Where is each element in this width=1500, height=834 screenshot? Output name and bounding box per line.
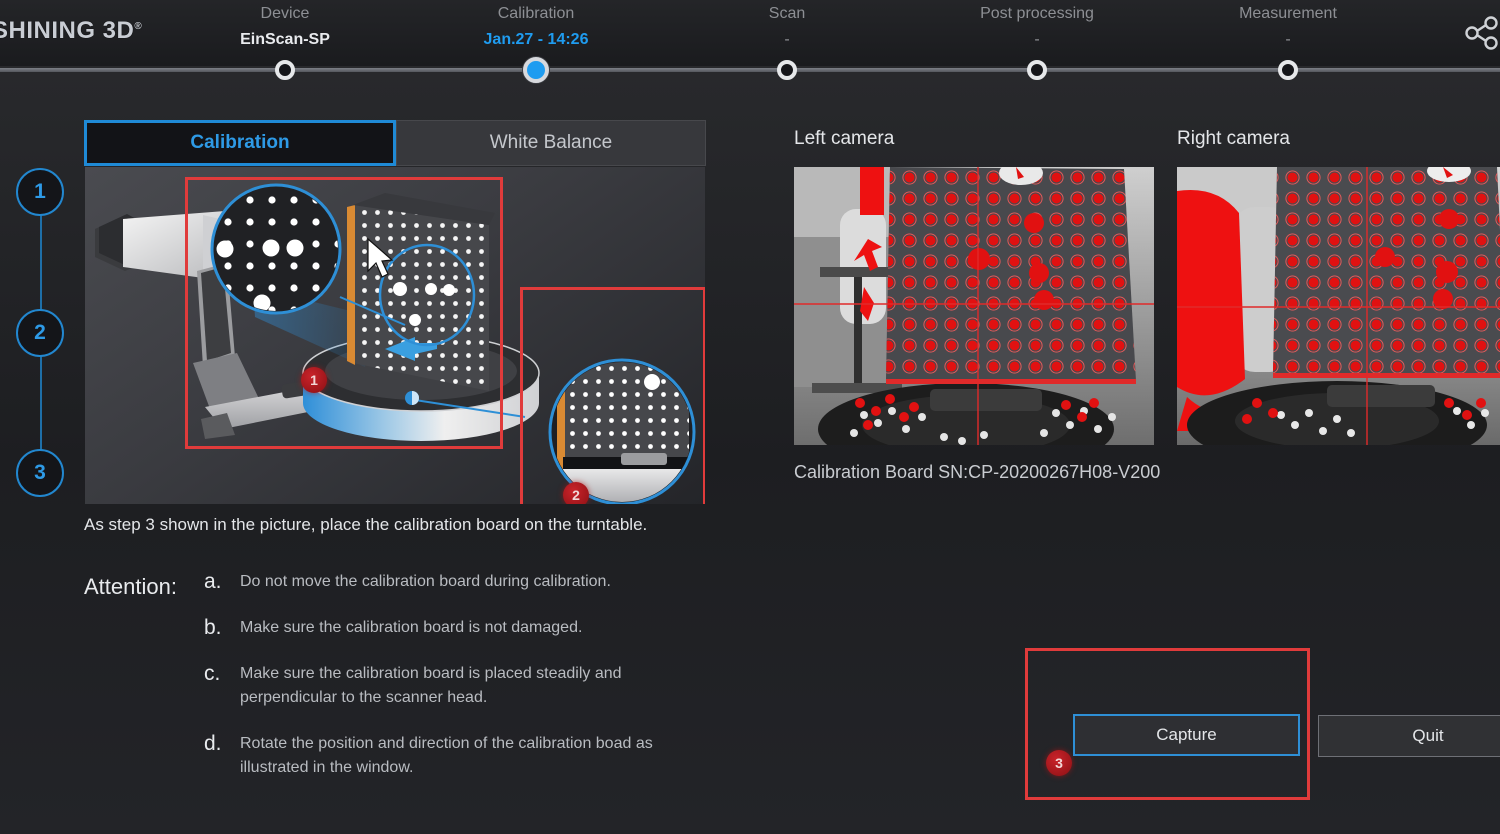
instruction-caption: As step 3 shown in the picture, place th… [84, 515, 648, 534]
attention-item-d: d. Rotate the position and direction of … [84, 732, 724, 780]
illustration-highlight-2 [520, 287, 705, 504]
left-camera-view[interactable] [794, 167, 1154, 445]
illustration-badge-1: 1 [301, 367, 327, 393]
workflow-step-measurement[interactable]: Measurement - [1168, 0, 1408, 52]
attention-text: Make sure the calibration board is place… [240, 665, 622, 706]
badge-label: 2 [572, 487, 580, 503]
attention-text: Do not move the calibration board during… [240, 573, 611, 590]
attention-marker: c. [204, 662, 221, 685]
right-camera-feed [1177, 167, 1500, 445]
calibration-tabbar: Calibration White Balance [84, 120, 706, 166]
tab-calibration[interactable]: Calibration [84, 120, 396, 166]
left-camera-label: Left camera [794, 128, 895, 149]
rail-step-1[interactable]: 1 [16, 168, 64, 216]
attention-item-b: b. Make sure the calibration board is no… [84, 616, 724, 640]
workflow-step-calibration[interactable]: Calibration Jan.27 - 14:26 [416, 0, 656, 52]
step-value: - [1285, 31, 1291, 48]
workflow-step-device[interactable]: Device EinScan-SP [165, 0, 405, 52]
right-camera-view[interactable] [1177, 167, 1500, 445]
attention-marker: d. [204, 732, 222, 755]
workflow-node-device[interactable] [275, 60, 295, 80]
rail-step-3[interactable]: 3 [16, 449, 64, 497]
step-value: EinScan-SP [240, 31, 330, 48]
right-camera-label: Right camera [1177, 128, 1290, 149]
quit-button-label: Quit [1412, 726, 1444, 745]
step-title: Scan [768, 5, 806, 22]
share-network-icon[interactable] [1458, 10, 1500, 56]
step-title: Calibration [497, 5, 575, 22]
step-value: Jan.27 - 14:26 [483, 31, 589, 48]
workflow-step-scan[interactable]: Scan - [667, 0, 907, 52]
rail-step-label: 3 [34, 461, 46, 484]
attention-text: Rotate the position and direction of the… [240, 735, 653, 776]
attention-item-c: c. Make sure the calibration board is pl… [84, 662, 724, 710]
workflow-node-scan[interactable] [777, 60, 797, 80]
step-title: Measurement [1239, 5, 1337, 22]
application-window: SHINING 3D® Device EinScan-SP Calibratio… [0, 0, 1500, 834]
rail-step-label: 2 [34, 321, 46, 344]
capture-button[interactable]: Capture [1073, 714, 1300, 756]
attention-text: Make sure the calibration board is not d… [240, 619, 583, 636]
tab-white-balance[interactable]: White Balance [396, 120, 706, 166]
rail-step-2[interactable]: 2 [16, 309, 64, 357]
step-value: - [1034, 31, 1040, 48]
badge-label: 3 [1055, 755, 1063, 771]
workflow-progress-track [0, 68, 1500, 72]
tab-label: Calibration [190, 132, 290, 153]
action-badge-3: 3 [1046, 750, 1072, 776]
badge-label: 1 [310, 372, 318, 388]
illustration-badge-2: 2 [563, 482, 589, 504]
workflow-node-post-processing[interactable] [1027, 60, 1047, 80]
left-camera-feed [794, 167, 1154, 445]
app-header: SHINING 3D® Device EinScan-SP Calibratio… [0, 0, 1500, 83]
left-step-rail: 1 2 3 [16, 168, 66, 498]
calibration-board-serial: Calibration Board SN:CP-20200267H08-V200 [794, 462, 1161, 482]
workflow-node-measurement[interactable] [1278, 60, 1298, 80]
workflow-node-calibration[interactable] [523, 57, 549, 83]
calibration-illustration: 1 2 [85, 167, 705, 504]
illustration-highlight-1 [185, 177, 503, 449]
attention-block: Attention: a. Do not move the calibratio… [84, 570, 724, 802]
step-value: - [784, 31, 790, 48]
attention-marker: b. [204, 616, 222, 639]
capture-button-label: Capture [1156, 725, 1217, 744]
attention-heading: Attention: [84, 574, 177, 599]
workflow-steps: Device EinScan-SP Calibration Jan.27 - 1… [0, 0, 1500, 66]
rail-step-label: 1 [34, 180, 46, 203]
quit-button[interactable]: Quit [1318, 715, 1500, 757]
workflow-step-post-processing[interactable]: Post processing - [917, 0, 1157, 52]
step-title: Post processing [980, 5, 1094, 22]
tab-label: White Balance [489, 132, 613, 153]
step-title: Device [260, 5, 310, 22]
